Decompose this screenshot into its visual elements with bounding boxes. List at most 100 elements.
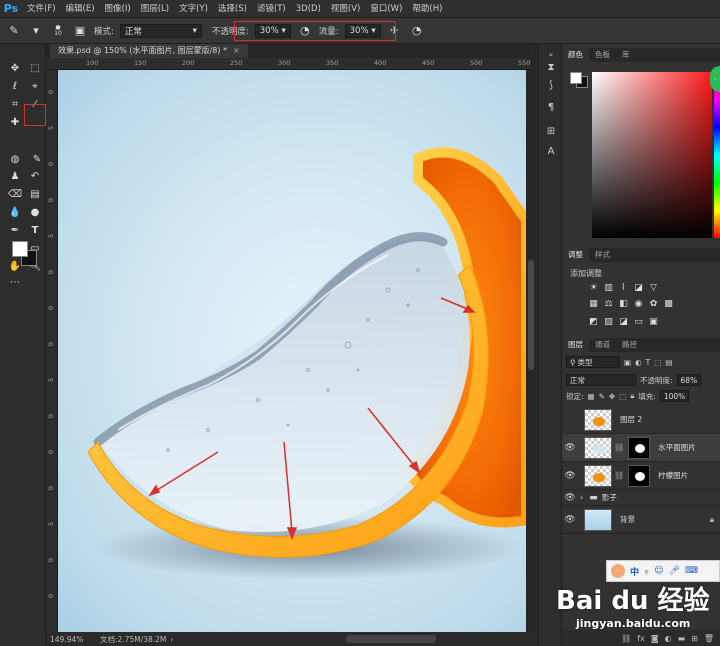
ime-toolbar[interactable]: 中 ⸰ ☺ 🎤︎ ⌨	[606, 560, 720, 582]
trash-icon[interactable]: 🗑︎	[704, 634, 714, 643]
move-tool-icon[interactable]: ✥	[6, 60, 24, 76]
tab-color[interactable]: 颜色	[562, 48, 589, 62]
layer-row[interactable]: 图层 2	[562, 406, 720, 434]
tab-swatches[interactable]: 色板	[589, 48, 616, 62]
tab-libraries[interactable]: 库	[616, 48, 636, 62]
menu-type[interactable]: 文字(Y)	[174, 0, 213, 18]
spot-heal-tool-icon[interactable]: ◍	[6, 151, 24, 167]
color-balance-icon[interactable]: ⚖	[603, 298, 614, 309]
horizontal-scrollbar[interactable]	[346, 635, 436, 643]
eye-icon[interactable]: 👁︎	[562, 493, 578, 503]
fx-icon[interactable]: fx	[637, 634, 645, 643]
tab-styles[interactable]: 样式	[589, 248, 616, 262]
pen-tool-icon[interactable]: ✒	[6, 222, 24, 238]
menu-layer[interactable]: 图层(L)	[136, 0, 174, 18]
pressure-opacity-icon[interactable]: ◔	[297, 23, 313, 39]
menu-view[interactable]: 视图(V)	[326, 0, 365, 18]
menu-filter[interactable]: 滤镜(T)	[252, 0, 291, 18]
document-canvas[interactable]	[58, 70, 526, 632]
hue-slider[interactable]	[714, 72, 720, 238]
dodge-tool-icon[interactable]: ●	[26, 204, 44, 220]
add-mask-icon[interactable]: ◙	[651, 634, 659, 643]
brush-preset-picker[interactable]: ● 10	[50, 23, 66, 39]
eraser-tool-icon[interactable]: ⌫	[6, 186, 24, 202]
menu-file[interactable]: 文件(F)	[22, 0, 61, 18]
exposure-icon[interactable]: ◪	[633, 282, 644, 293]
paragraph-icon[interactable]: ¶	[544, 100, 558, 114]
gradient-tool-icon[interactable]: ▤	[26, 186, 44, 202]
eye-icon[interactable]: 👁︎	[562, 443, 578, 453]
fill-input[interactable]: 100%	[659, 390, 690, 402]
filter-adjust-icon[interactable]: ◐	[635, 358, 642, 367]
vertical-scrollbar[interactable]	[526, 70, 536, 632]
lock-artboard-icon[interactable]: ⬚	[619, 392, 626, 401]
keyboard-icon[interactable]: ⌨	[685, 566, 698, 576]
brush-settings-icon[interactable]: ⟆	[544, 78, 558, 92]
lasso-tool-icon[interactable]: ℓ	[6, 78, 24, 94]
color-lookup-icon[interactable]: ▩	[663, 298, 674, 309]
mic-icon[interactable]: 🎤︎	[669, 566, 680, 576]
menu-help[interactable]: 帮助(H)	[407, 0, 447, 18]
close-icon[interactable]: ×	[233, 46, 240, 55]
chevron-right-icon[interactable]: ›	[580, 493, 583, 502]
layer-name[interactable]: 背景	[620, 514, 635, 525]
color-picker-field[interactable]	[592, 72, 712, 238]
layer-name[interactable]: 图层 2	[620, 414, 642, 425]
filter-pixel-icon[interactable]: ▣	[624, 358, 631, 367]
zoom-level[interactable]: 149.94%	[46, 635, 90, 644]
channel-mixer-icon[interactable]: ✿	[648, 298, 659, 309]
new-adjustment-icon[interactable]: ◐	[665, 634, 672, 643]
filter-smart-icon[interactable]: ▤	[665, 358, 672, 367]
foreground-color-swatch[interactable]	[12, 241, 28, 257]
selective-color-icon[interactable]: ▣	[648, 316, 659, 327]
posterize-icon[interactable]: ▨	[603, 316, 614, 327]
black-white-icon[interactable]: ◧	[618, 298, 629, 309]
eye-icon[interactable]: 👁︎	[562, 515, 578, 525]
brightness-icon[interactable]: ☀	[588, 282, 599, 293]
tab-adjustments[interactable]: 调整	[562, 248, 589, 262]
layer-group-row[interactable]: 👁︎ › ▬ 影子	[562, 490, 720, 506]
foreground-color-swatch[interactable]	[570, 72, 582, 84]
link-icon[interactable]: ⛓	[614, 443, 624, 452]
chevron-down-icon[interactable]: ▾	[28, 23, 44, 39]
eye-icon[interactable]: 👁︎	[562, 471, 578, 481]
tab-channels[interactable]: 通道	[589, 338, 616, 352]
ime-language[interactable]: 中	[630, 565, 639, 578]
lock-move-icon[interactable]: ✥	[609, 392, 615, 401]
layer-row[interactable]: 👁︎ ⛓ 柠檬图片	[562, 462, 720, 490]
link-layers-icon[interactable]: ⛓	[621, 634, 631, 643]
gradient-map-icon[interactable]: ▭	[633, 316, 644, 327]
curves-icon[interactable]: ⌇	[618, 282, 629, 293]
tab-paths[interactable]: 路径	[616, 338, 643, 352]
emoji-icon[interactable]: ☺	[654, 566, 663, 576]
blend-mode-select[interactable]: 正常	[566, 374, 636, 386]
history-icon[interactable]: ⧗	[544, 60, 558, 74]
lock-all-icon[interactable]: 🔒︎	[630, 391, 634, 401]
brush-tool-icon[interactable]: ✎	[28, 151, 46, 167]
flow-input[interactable]: 30% ▾	[344, 23, 381, 38]
layer-opacity-input[interactable]: 68%	[676, 374, 702, 386]
crop-tool-icon[interactable]: ⌗	[6, 96, 24, 112]
blur-tool-icon[interactable]: 💧	[6, 204, 24, 220]
airbrush-icon[interactable]: ✈	[387, 23, 403, 39]
menu-3d[interactable]: 3D(D)	[291, 0, 326, 18]
punctuation-icon[interactable]: ⸰	[644, 565, 649, 578]
lock-pixels-icon[interactable]: ▦	[588, 392, 595, 401]
character-icon[interactable]: A	[544, 144, 558, 158]
clone-stamp-tool-icon[interactable]: ♟	[6, 168, 24, 184]
screen-mode-icon[interactable]	[26, 272, 44, 288]
properties-icon[interactable]: ⊞	[544, 124, 558, 138]
layer-mask-thumbnail[interactable]	[628, 436, 651, 459]
history-brush-tool-icon[interactable]: ↶	[26, 168, 44, 184]
brush-panel-icon[interactable]: ▣	[72, 23, 88, 39]
pressure-size-icon[interactable]: ◔	[409, 23, 425, 39]
layer-name[interactable]: 水平面图片	[658, 442, 696, 453]
lock-paint-icon[interactable]: ✎	[599, 392, 605, 401]
document-tab[interactable]: 效果.psd @ 150% (水平面图片, 图层蒙版/8) * ×	[50, 44, 248, 58]
hue-saturation-icon[interactable]: ▦	[588, 298, 599, 309]
layer-name[interactable]: 柠檬图片	[658, 470, 688, 481]
vibrance-icon[interactable]: ▽	[648, 282, 659, 293]
photo-filter-icon[interactable]: ◉	[633, 298, 644, 309]
menu-edit[interactable]: 编辑(E)	[61, 0, 100, 18]
filter-type-icon[interactable]: T	[646, 358, 651, 367]
